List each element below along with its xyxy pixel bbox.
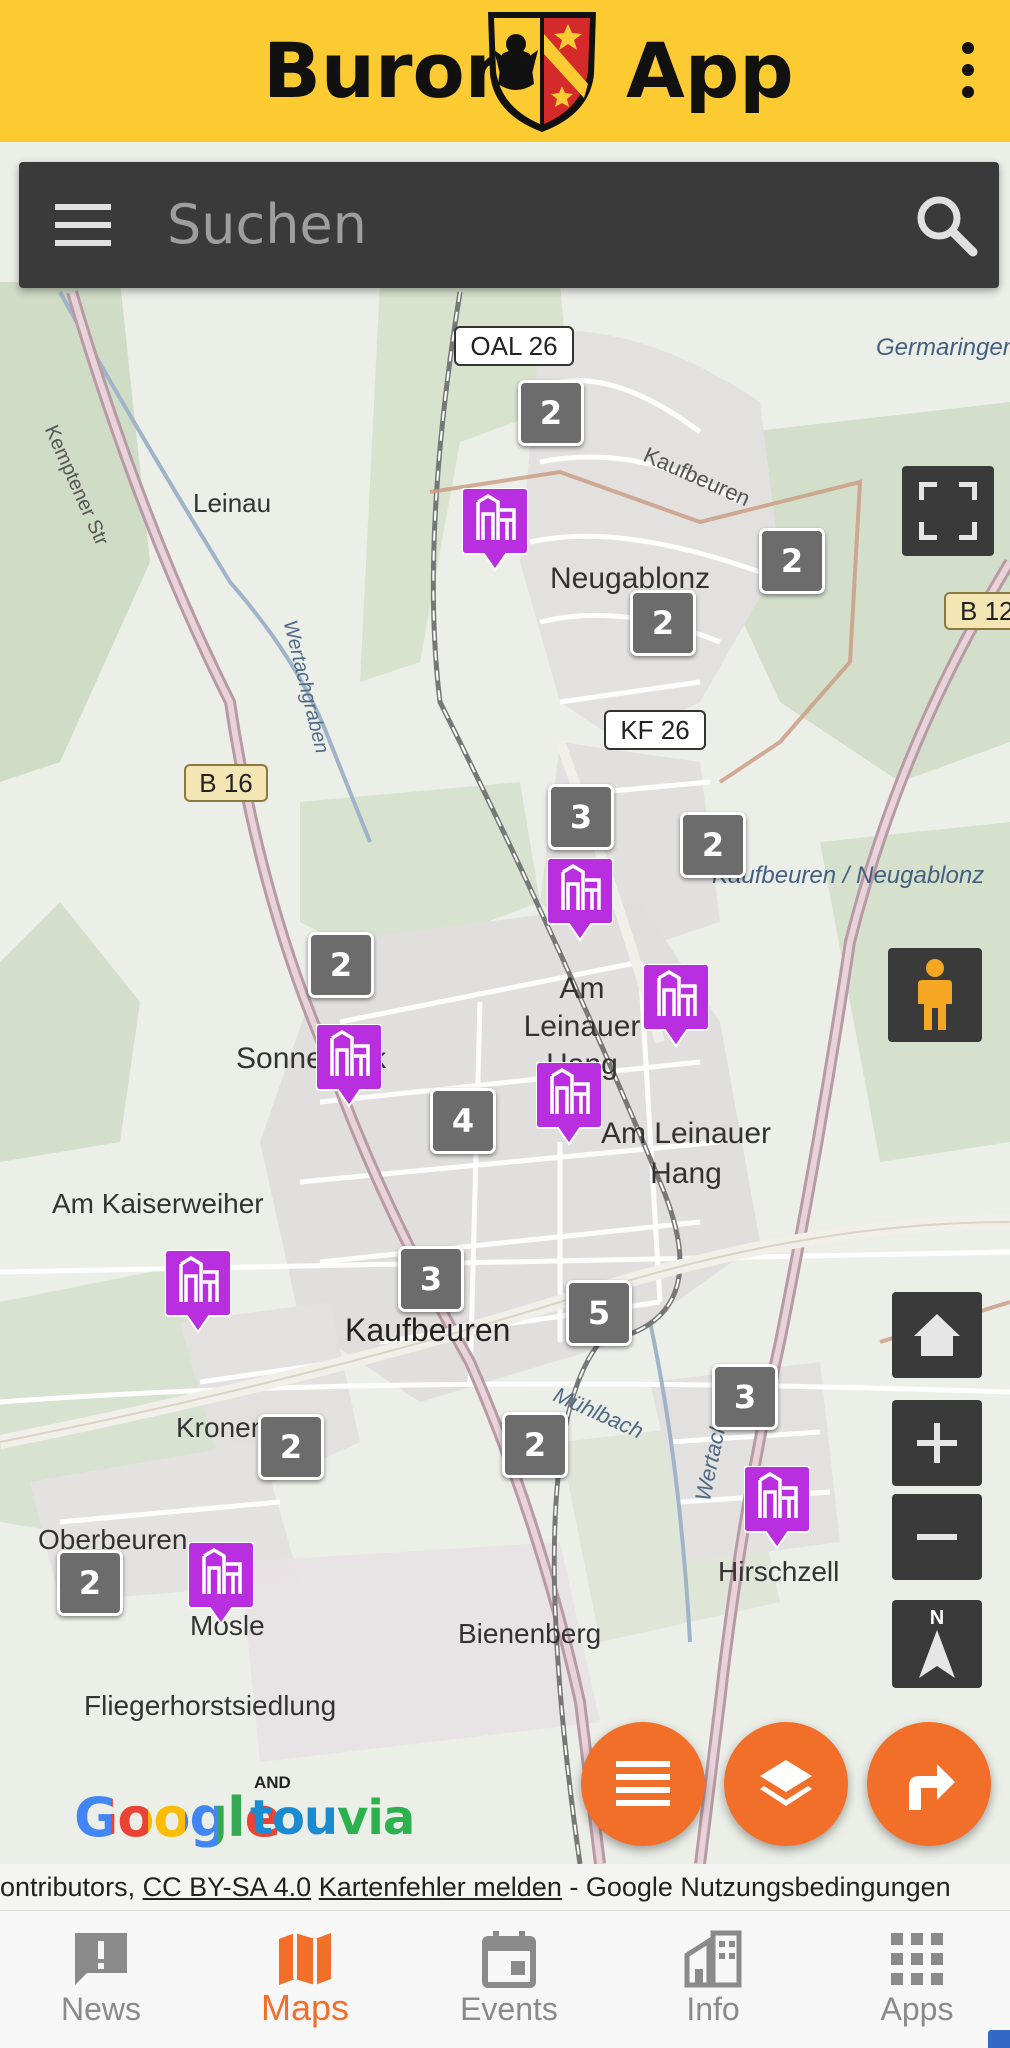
license-link[interactable]: CC BY-SA 4.0: [143, 1872, 312, 1902]
minus-icon: [917, 1534, 957, 1540]
calendar-icon: [482, 1931, 536, 1988]
cluster-marker[interactable]: 2: [258, 1414, 324, 1480]
fullscreen-button[interactable]: [902, 466, 994, 556]
shopping-bag-icon: [988, 2030, 1010, 2048]
place-label: Bienenberg: [458, 1618, 602, 1649]
nav-item-apps[interactable]: Apps: [837, 1911, 997, 2048]
cluster-marker[interactable]: 4: [430, 1088, 496, 1154]
nav-item-news[interactable]: News: [21, 1911, 181, 2048]
map-attribution: ontributors, CC BY-SA 4.0 Kartenfehler m…: [0, 1864, 1010, 1910]
app-title-right: App: [626, 26, 794, 115]
fullscreen-icon: [919, 482, 977, 540]
map-icon: [279, 1933, 331, 1985]
nav-label: News: [60, 1991, 141, 2027]
announcement-icon: [75, 1933, 127, 1985]
playground-icon[interactable]: [744, 1466, 810, 1550]
apps-grid-icon: [891, 1933, 943, 1985]
cluster-marker[interactable]: 3: [548, 784, 614, 850]
place-label: Fliegerhorstsiedlung: [84, 1690, 337, 1721]
cluster-marker[interactable]: 3: [712, 1364, 778, 1430]
layers-fab[interactable]: [724, 1722, 848, 1846]
cluster-marker[interactable]: 5: [566, 1280, 632, 1346]
attribution-separator: -: [561, 1872, 586, 1902]
place-label: Am Leinauer Hang: [600, 1117, 772, 1190]
search-input[interactable]: Suchen: [167, 190, 367, 260]
nav-item-info[interactable]: Info: [633, 1911, 793, 2048]
place-label: Kaufbeuren / Neugablonz: [712, 862, 985, 889]
cluster-marker[interactable]: 2: [502, 1412, 568, 1478]
cluster-marker[interactable]: 2: [680, 812, 746, 878]
list-fab[interactable]: [581, 1722, 705, 1846]
search-icon[interactable]: [913, 192, 979, 258]
cluster-marker[interactable]: 2: [630, 590, 696, 656]
cluster-marker[interactable]: 2: [57, 1550, 123, 1616]
cluster-marker[interactable]: 2: [308, 932, 374, 998]
compass-label: N: [929, 1607, 945, 1629]
home-button[interactable]: [892, 1292, 982, 1378]
nav-label: Info: [686, 1991, 740, 2027]
more-vert-icon[interactable]: [956, 42, 980, 98]
bottom-navigation: News Maps Events Info Apps: [0, 1910, 1010, 2048]
app-bar: Buron App: [0, 0, 1010, 142]
nav-label: Events: [460, 1991, 558, 2027]
cluster-marker[interactable]: 3: [398, 1246, 464, 1312]
search-bar[interactable]: Suchen: [19, 162, 999, 288]
road-shield: B 12: [944, 592, 1010, 630]
road-shield: KF 26: [604, 710, 706, 750]
map-view[interactable]: Leinau Neugablonz Sonneneck Am Leinauer …: [0, 142, 1010, 1864]
playground-icon[interactable]: [165, 1250, 231, 1334]
playground-icon[interactable]: [316, 1024, 382, 1108]
cluster-marker[interactable]: 2: [759, 528, 825, 594]
road-shield: OAL 26: [454, 326, 574, 366]
compass-button[interactable]: N: [892, 1600, 982, 1688]
layers-icon: [760, 1760, 812, 1806]
google-terms-link[interactable]: Google Nutzungsbedingungen: [586, 1872, 951, 1902]
home-icon: [914, 1314, 960, 1356]
place-label: Am Kaiserweiher: [52, 1188, 264, 1219]
playground-icon[interactable]: [462, 488, 528, 572]
zoom-out-button[interactable]: [892, 1494, 982, 1580]
info-building-icon: [684, 1930, 742, 1988]
cluster-marker[interactable]: 2: [518, 380, 584, 446]
list-icon: [616, 1761, 670, 1806]
nav-label: Maps: [260, 1987, 350, 2028]
place-label: Hirschzell: [718, 1556, 840, 1587]
nav-item-maps[interactable]: Maps: [225, 1911, 385, 2048]
nav-item-events[interactable]: Events: [429, 1911, 589, 2048]
report-error-link[interactable]: Kartenfehler melden: [319, 1872, 562, 1902]
attribution-prefix: ontributors,: [0, 1872, 143, 1902]
playground-icon[interactable]: [188, 1542, 254, 1626]
pegman-icon: [918, 959, 952, 1030]
place-label: Kaufbeuren: [345, 1312, 511, 1348]
streetview-button[interactable]: [888, 948, 982, 1042]
compass-north-icon: [919, 1630, 955, 1678]
place-label: Leinau: [193, 488, 272, 518]
touvia-logo-text: touvia: [250, 1790, 415, 1846]
touvia-logo: touvia: [250, 1790, 415, 1846]
directions-fab[interactable]: [867, 1722, 991, 1846]
playground-icon[interactable]: [536, 1062, 602, 1146]
playground-icon[interactable]: [643, 964, 709, 1048]
coat-of-arms-icon: [488, 12, 596, 132]
hamburger-icon[interactable]: [55, 200, 111, 250]
zoom-in-button[interactable]: [892, 1400, 982, 1486]
place-label: Germaringen: [876, 334, 1010, 361]
road-shield: B 16: [184, 764, 268, 802]
nav-label: Apps: [880, 1991, 954, 2027]
directions-icon: [909, 1764, 955, 1810]
playground-icon[interactable]: [547, 858, 613, 942]
plus-icon: [917, 1423, 957, 1463]
